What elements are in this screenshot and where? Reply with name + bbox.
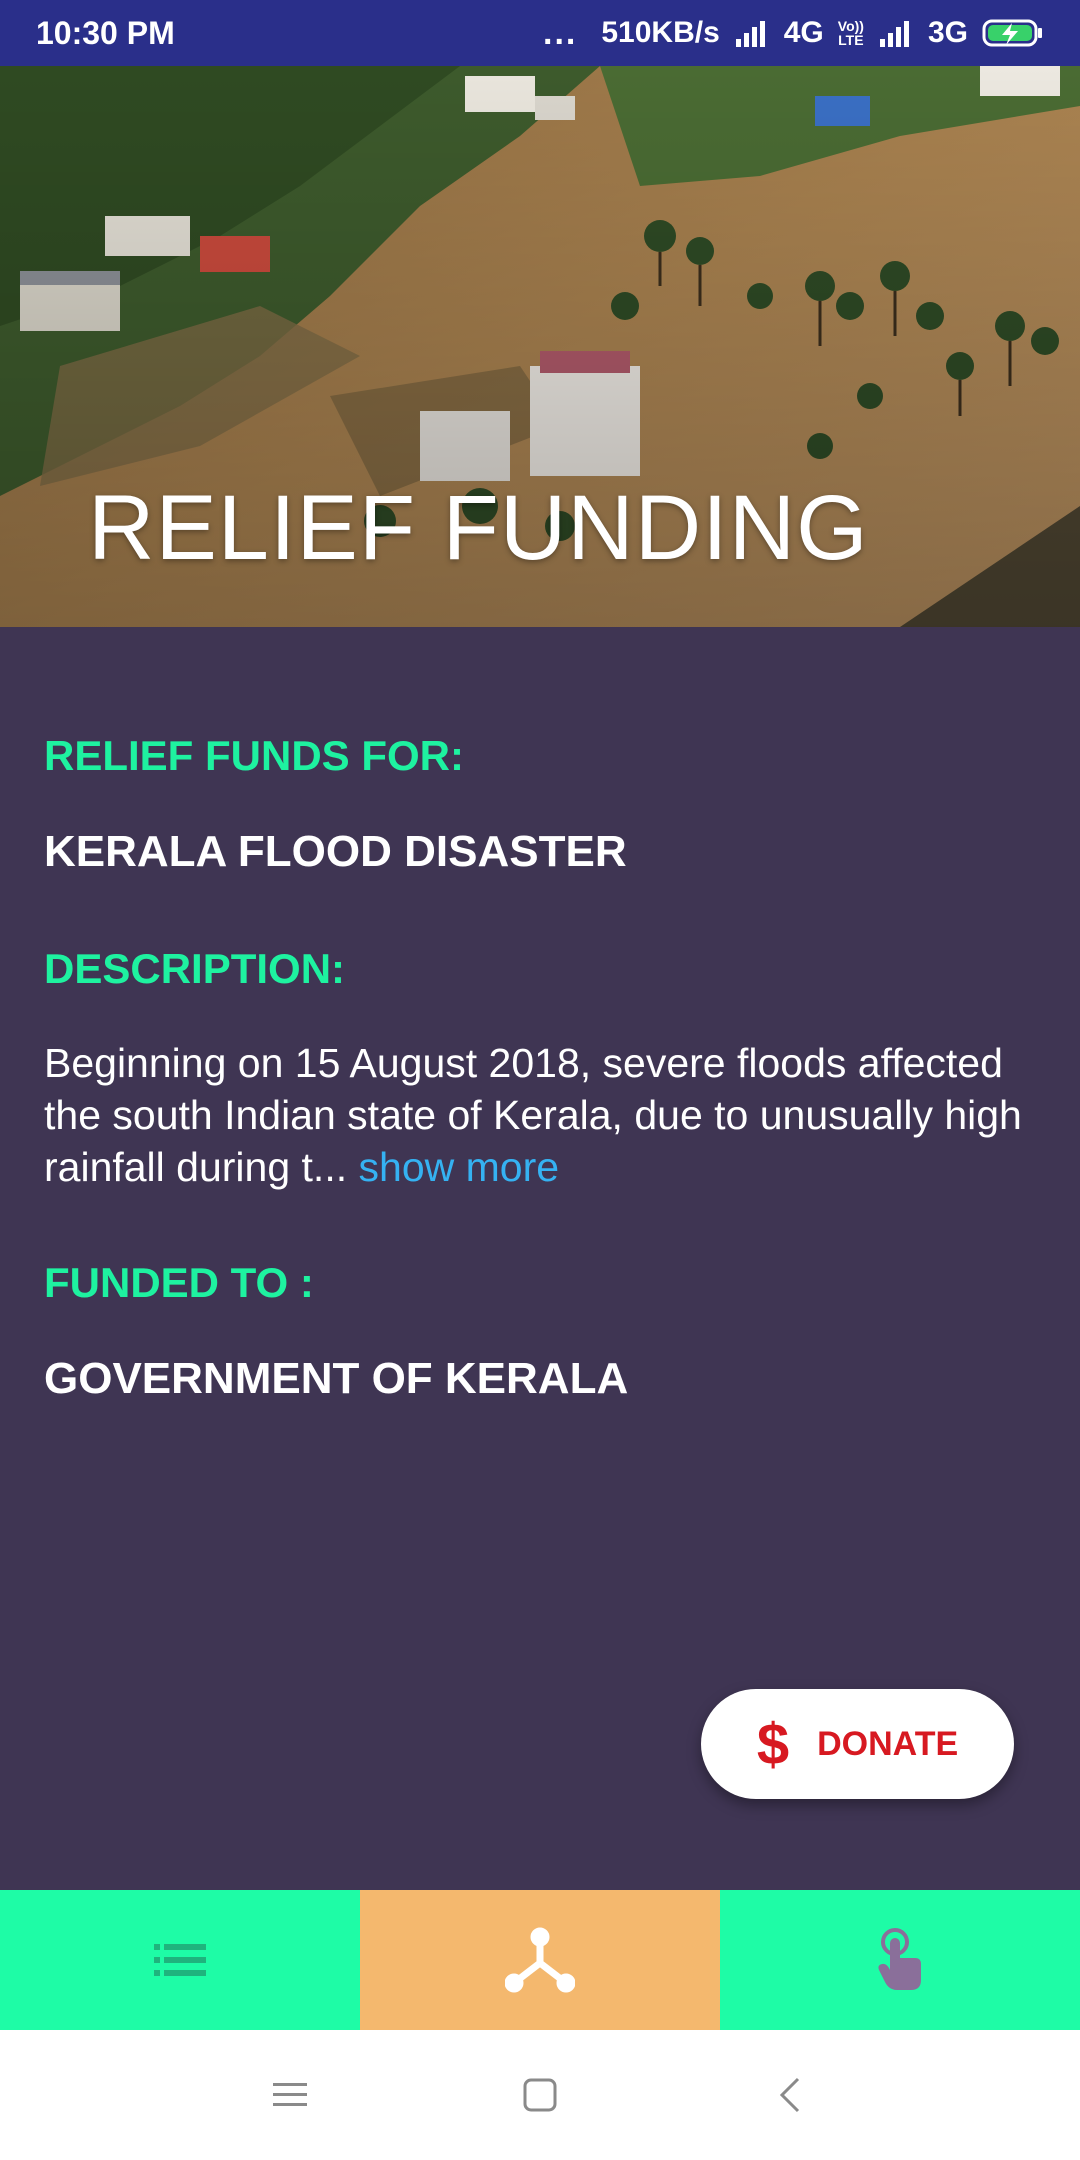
- show-more-link[interactable]: show more: [359, 1144, 560, 1190]
- battery-charging-icon: [982, 19, 1042, 47]
- app-screen: 10:30 PM ... 510KB/s 4G Vo)) LTE 3G RELI…: [0, 0, 1080, 2160]
- funded-to-label: FUNDED TO :: [44, 1259, 314, 1306]
- back-button[interactable]: [760, 2065, 820, 2125]
- system-navigation-bar: [0, 2030, 1080, 2160]
- tab-list[interactable]: [0, 1890, 360, 2030]
- network-type-2: 3G: [927, 16, 968, 49]
- details-panel: RELIEF FUNDS FOR: KERALA FLOOD DISASTER …: [0, 627, 1080, 1890]
- description-text-block: Beginning on 15 August 2018, severe floo…: [44, 1037, 1044, 1193]
- menu-icon: [273, 2083, 307, 2106]
- status-time: 10:30 PM: [36, 14, 175, 51]
- tab-network[interactable]: [360, 1890, 720, 2030]
- volte-badge: Vo)) LTE: [838, 19, 864, 47]
- hero-banner: RELIEF FUNDING: [0, 66, 1080, 627]
- back-chevron-icon: [779, 2077, 800, 2113]
- tab-touch[interactable]: [720, 1890, 1080, 2030]
- donate-button[interactable]: $ DONATE: [701, 1689, 1014, 1799]
- relief-funds-for-label: RELIEF FUNDS FOR:: [44, 732, 464, 779]
- relief-funds-for-value: KERALA FLOOD DISASTER: [44, 827, 627, 876]
- network-type-1: 4G: [783, 16, 824, 49]
- network-icon: [505, 1927, 575, 1993]
- volte-bottom: LTE: [838, 32, 864, 48]
- dollar-icon: $: [756, 1711, 790, 1777]
- menu-button[interactable]: [260, 2065, 320, 2125]
- funded-to-value: GOVERNMENT OF KERALA: [44, 1354, 629, 1403]
- touch-icon: [878, 1928, 921, 1990]
- network-speed: 510KB/s: [601, 16, 720, 49]
- notification-dots: ...: [543, 13, 578, 52]
- status-bar: 10:30 PM ... 510KB/s 4G Vo)) LTE 3G: [0, 0, 1080, 66]
- hero-title: RELIEF FUNDING: [88, 477, 869, 579]
- list-icon: [154, 1944, 206, 1976]
- home-square-icon: [523, 2078, 557, 2112]
- bottom-tab-bar: [0, 1890, 1080, 2030]
- signal-icon: [735, 21, 765, 47]
- description-label: DESCRIPTION:: [44, 945, 346, 992]
- signal-icon-2: [879, 21, 909, 47]
- home-button[interactable]: [510, 2065, 570, 2125]
- donate-label: DONATE: [817, 1724, 959, 1763]
- status-indicators: ... 510KB/s 4G Vo)) LTE 3G: [543, 14, 1044, 53]
